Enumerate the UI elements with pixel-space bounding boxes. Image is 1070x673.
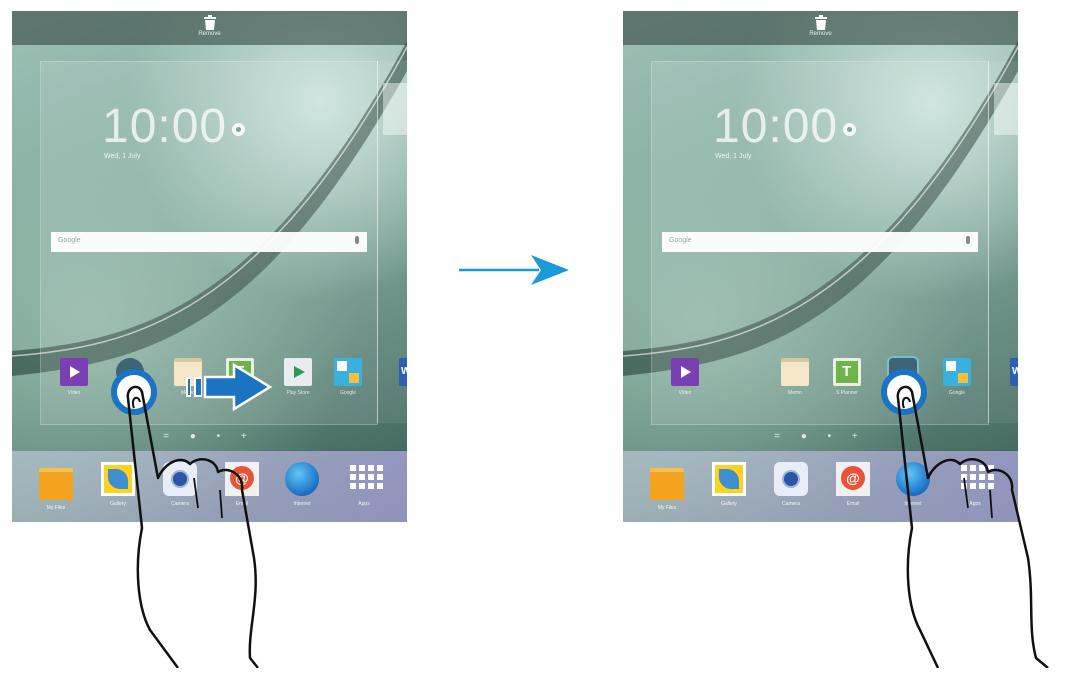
camera-icon xyxy=(774,462,808,496)
dock-email[interactable]: Email xyxy=(218,462,266,507)
app-video[interactable]: Video xyxy=(665,358,705,396)
globe-icon xyxy=(285,462,319,496)
search-hint: Google xyxy=(669,237,692,244)
globe-icon xyxy=(896,462,930,496)
memo-icon xyxy=(781,358,809,386)
page-edit-tab[interactable] xyxy=(383,83,407,135)
dock: My Files Gallery Camera Email Internet A… xyxy=(623,451,1018,522)
remove-bar[interactable]: Remove xyxy=(623,11,1018,45)
page-edit-tab[interactable] xyxy=(994,83,1018,135)
app-google-folder[interactable]: Google xyxy=(937,358,977,396)
trash-icon xyxy=(203,15,216,30)
home-screen-after: Remove 10:00 Wed, 1 July Google Video Me… xyxy=(623,11,1018,522)
clock-settings-icon[interactable] xyxy=(232,123,245,136)
dock-camera[interactable]: Camera xyxy=(767,462,815,507)
gallery-icon xyxy=(712,462,746,496)
music-icon xyxy=(889,358,917,386)
gallery-icon xyxy=(101,462,135,496)
office-icon xyxy=(399,358,407,386)
email-icon xyxy=(836,462,870,496)
mic-icon[interactable] xyxy=(966,236,970,244)
apps-grid-icon xyxy=(958,462,994,496)
music-icon xyxy=(116,358,144,386)
home-screen-before: Remove 10:00 Wed, 1 July Google Video Me… xyxy=(12,11,407,522)
dock-camera[interactable]: Camera xyxy=(156,462,204,507)
app-memo[interactable]: Memo xyxy=(775,358,815,396)
dock-my-files[interactable]: My Files xyxy=(643,462,691,511)
dock-internet[interactable]: Internet xyxy=(889,462,937,507)
camera-icon xyxy=(163,462,197,496)
remove-label: Remove xyxy=(809,31,832,37)
mic-icon[interactable] xyxy=(355,236,359,244)
scrapbook-icon xyxy=(833,358,861,386)
app-office[interactable] xyxy=(386,358,407,386)
page-indicator[interactable]: = ● • + xyxy=(12,431,407,442)
clock-time: 10:00 xyxy=(713,100,839,153)
app-office[interactable] xyxy=(997,358,1018,386)
dock-my-files[interactable]: My Files xyxy=(32,462,80,511)
dock-gallery[interactable]: Gallery xyxy=(94,462,142,507)
video-icon xyxy=(60,358,88,386)
dock-email[interactable]: Email xyxy=(829,462,877,507)
google-folder-icon xyxy=(943,358,971,386)
office-icon xyxy=(1010,358,1018,386)
trash-icon xyxy=(814,15,827,30)
search-hint: Google xyxy=(58,237,81,244)
video-icon xyxy=(671,358,699,386)
dock-apps[interactable]: Apps xyxy=(951,462,999,507)
clock-settings-icon[interactable] xyxy=(843,123,856,136)
apps-grid-icon xyxy=(347,462,383,496)
dock: My Files Gallery Camera Email Internet A… xyxy=(12,451,407,522)
page-indicator[interactable]: = ● • + xyxy=(623,431,1018,442)
drag-direction-arrow-icon xyxy=(186,363,272,411)
app-play-store[interactable]: Play Store xyxy=(278,358,318,396)
clock-date: Wed, 1 July xyxy=(104,153,141,160)
google-folder-icon xyxy=(334,358,362,386)
clock-date: Wed, 1 July xyxy=(715,153,752,160)
play-store-icon xyxy=(284,358,312,386)
app-music-dropped[interactable] xyxy=(883,358,923,386)
dock-gallery[interactable]: Gallery xyxy=(705,462,753,507)
app-scrapbook[interactable]: S Planner xyxy=(827,358,867,396)
email-icon xyxy=(225,462,259,496)
remove-bar[interactable]: Remove xyxy=(12,11,407,45)
app-video[interactable]: Video xyxy=(54,358,94,396)
folder-icon xyxy=(39,468,73,500)
dock-apps[interactable]: Apps xyxy=(340,462,388,507)
remove-label: Remove xyxy=(198,31,221,37)
dock-internet[interactable]: Internet xyxy=(278,462,326,507)
app-music-dragged[interactable] xyxy=(110,358,150,386)
app-google-folder[interactable]: Google xyxy=(328,358,368,396)
google-search-bar[interactable]: Google xyxy=(51,232,367,252)
folder-icon xyxy=(650,468,684,500)
google-search-bar[interactable]: Google xyxy=(662,232,978,252)
clock-time: 10:00 xyxy=(102,100,228,153)
next-step-arrow-icon xyxy=(459,255,569,285)
